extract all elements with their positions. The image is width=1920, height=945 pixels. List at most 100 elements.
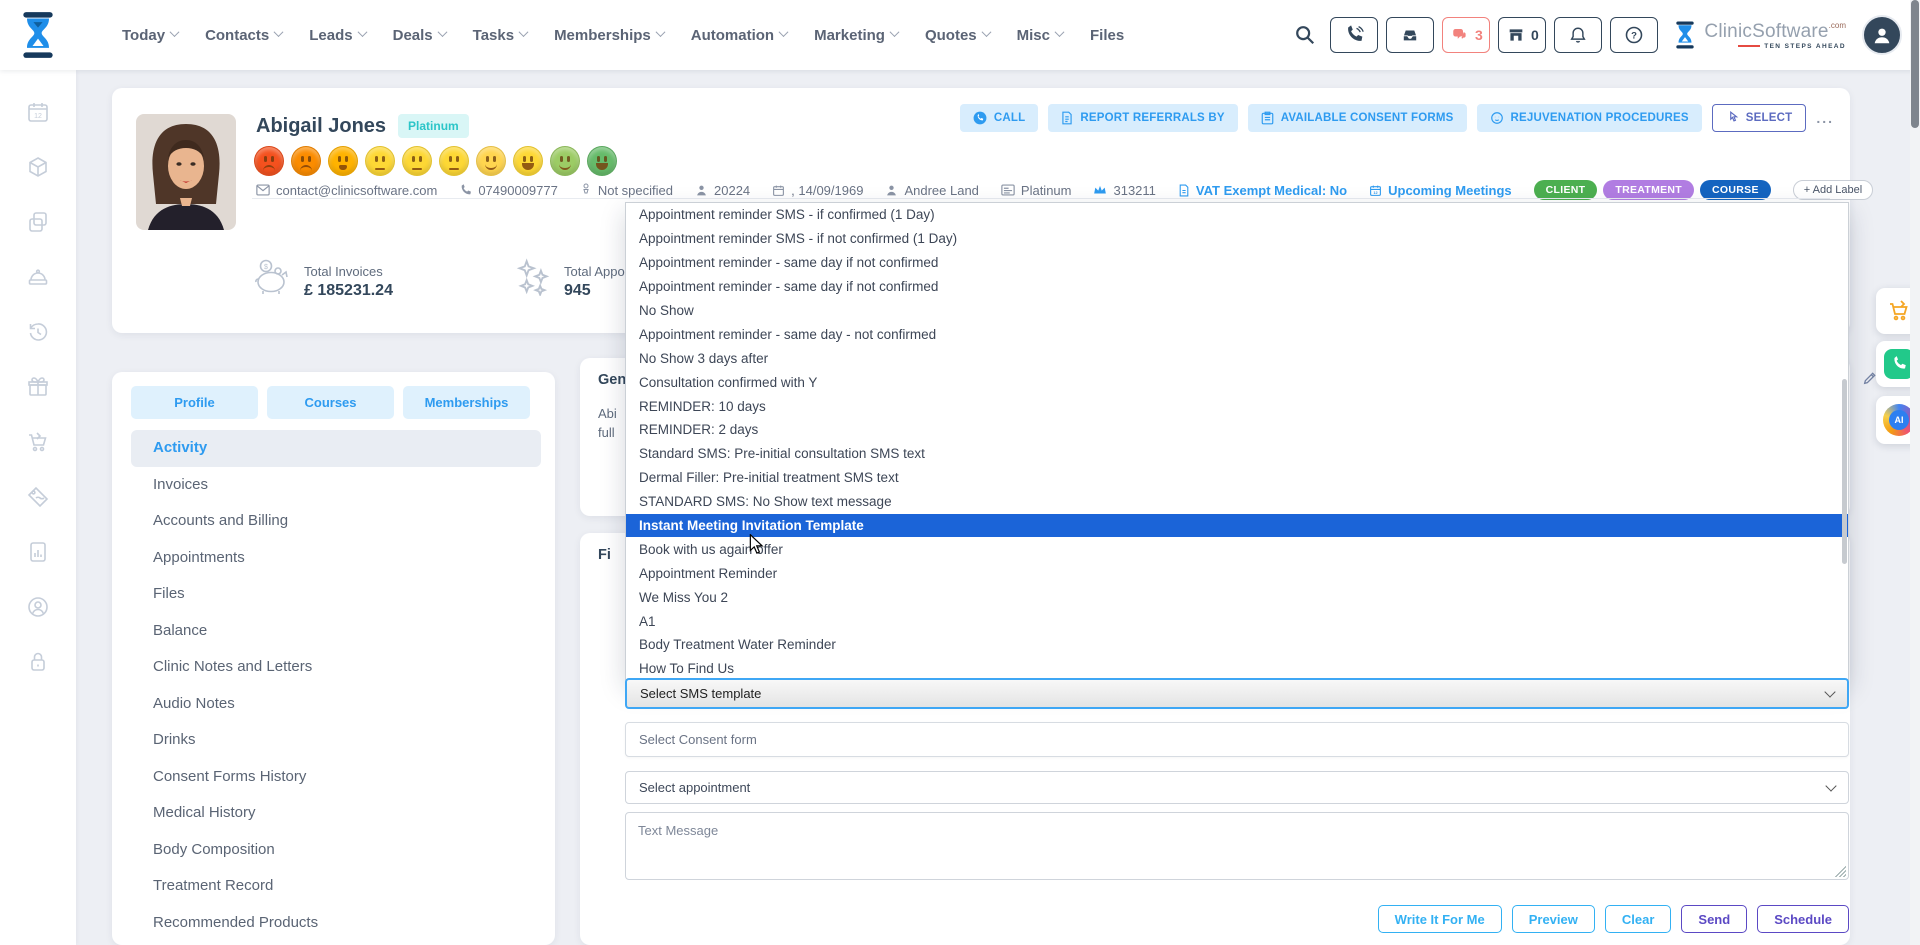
panel-tab[interactable]: Courses xyxy=(267,386,394,419)
nav-item[interactable]: Files xyxy=(1090,27,1124,44)
nav-item[interactable]: Misc xyxy=(1017,27,1063,44)
mood-face-button[interactable] xyxy=(402,146,432,176)
dropdown-option[interactable]: Appointment Reminder xyxy=(626,561,1848,585)
mood-face-button[interactable] xyxy=(439,146,469,176)
mood-face-button[interactable] xyxy=(365,146,395,176)
help-button[interactable]: ? xyxy=(1610,17,1658,53)
store-button[interactable]: 0 xyxy=(1498,17,1546,53)
panel-tab[interactable]: Memberships xyxy=(403,386,530,419)
vat-link[interactable]: VAT Exempt Medical: No xyxy=(1178,183,1347,198)
mood-face-button[interactable] xyxy=(291,146,321,176)
mood-face-button[interactable] xyxy=(328,146,358,176)
history-icon[interactable] xyxy=(26,320,50,344)
section-list-item[interactable]: Clinic Notes and Letters xyxy=(131,649,541,686)
section-list-item[interactable]: Balance xyxy=(131,613,541,650)
mood-face-button[interactable] xyxy=(587,146,617,176)
app-logo-hourglass-icon[interactable] xyxy=(16,8,60,62)
section-list-item[interactable]: Treatment Record xyxy=(131,868,541,905)
dropdown-option[interactable]: Standard SMS: Pre-initial consultation S… xyxy=(626,442,1848,466)
nav-item[interactable]: Marketing xyxy=(814,27,898,44)
dialer-button[interactable] xyxy=(1330,17,1378,53)
dropdown-option[interactable]: Body Treatment Water Reminder xyxy=(626,633,1848,657)
nav-item[interactable]: Tasks xyxy=(473,27,527,44)
write-it-for-me-button[interactable]: Write It For Me xyxy=(1378,905,1502,933)
dropdown-option[interactable]: STANDARD SMS: No Show text message xyxy=(626,490,1848,514)
dropdown-option[interactable]: Appointment reminder SMS - if not confir… xyxy=(626,227,1848,251)
section-list-item[interactable]: Drinks xyxy=(131,722,541,759)
schedule-button[interactable]: Schedule xyxy=(1757,905,1849,933)
section-list-item[interactable]: Recommended Products xyxy=(131,905,541,942)
user-avatar[interactable] xyxy=(1862,15,1902,55)
select-button[interactable]: SELECT xyxy=(1712,104,1807,132)
messages-button[interactable]: 3 xyxy=(1442,17,1490,53)
voucher-icon[interactable] xyxy=(26,485,50,509)
more-actions-button[interactable]: ... xyxy=(1816,110,1834,126)
send-button[interactable]: Send xyxy=(1681,905,1747,933)
dropdown-option[interactable]: Appointment reminder - same day if not c… xyxy=(626,251,1848,275)
upcoming-meetings-link[interactable]: 12Upcoming Meetings xyxy=(1369,183,1512,198)
cart-icon[interactable] xyxy=(26,430,50,454)
mood-face-button[interactable] xyxy=(550,146,580,176)
dropdown-option[interactable]: No Show xyxy=(626,299,1848,323)
sms-template-select[interactable]: Select SMS template xyxy=(625,678,1849,709)
call-button[interactable]: CALL xyxy=(960,104,1038,132)
nav-item[interactable]: Leads xyxy=(309,27,365,44)
section-list-item[interactable]: Medical History xyxy=(131,795,541,832)
dropdown-option[interactable]: We Miss You 2 xyxy=(626,585,1848,609)
dropdown-option[interactable]: A1 xyxy=(626,609,1848,633)
dropdown-option[interactable]: No Show 3 days after xyxy=(626,346,1848,370)
package-icon[interactable] xyxy=(26,155,50,179)
dropdown-option[interactable]: Consultation confirmed with Y xyxy=(626,370,1848,394)
report-referrals-button[interactable]: REPORT REFERRALS BY xyxy=(1048,104,1237,132)
panel-tab[interactable]: Profile xyxy=(131,386,258,419)
section-list-item[interactable]: Activity xyxy=(131,430,541,467)
add-label-button[interactable]: + Add Label xyxy=(1793,180,1873,200)
dropdown-option[interactable]: REMINDER: 10 days xyxy=(626,394,1848,418)
dropdown-option[interactable]: How To Find Us xyxy=(626,657,1848,680)
dropdown-option[interactable]: REMINDER: 2 days xyxy=(626,418,1848,442)
dropdown-option[interactable]: Dermal Filler: Pre-initial treatment SMS… xyxy=(626,466,1848,490)
lock-icon[interactable] xyxy=(26,650,50,674)
page-scrollbar-thumb[interactable] xyxy=(1911,0,1919,128)
client-photo[interactable] xyxy=(136,114,236,230)
preview-button[interactable]: Preview xyxy=(1512,905,1595,933)
section-list-item[interactable]: Invoices xyxy=(131,467,541,504)
text-message-textarea[interactable]: Text Message xyxy=(625,812,1849,880)
dropdown-option[interactable]: Instant Meeting Invitation Template xyxy=(626,514,1848,538)
section-list-item[interactable]: Appointments xyxy=(131,540,541,577)
rejuvenation-button[interactable]: REJUVENATION PROCEDURES xyxy=(1477,104,1702,132)
section-list-item[interactable]: Audio Notes xyxy=(131,686,541,723)
copy-pages-icon[interactable] xyxy=(26,210,50,234)
consent-form-select[interactable]: Select Consent form xyxy=(625,722,1849,757)
notifications-button[interactable] xyxy=(1554,17,1602,53)
resize-grip[interactable] xyxy=(1835,866,1846,877)
dropdown-scrollbar-thumb[interactable] xyxy=(1842,379,1847,564)
nav-item[interactable]: Deals xyxy=(393,27,446,44)
mood-face-button[interactable] xyxy=(476,146,506,176)
gift-icon[interactable] xyxy=(26,375,50,399)
search-icon[interactable] xyxy=(1294,24,1316,46)
dropdown-option[interactable]: Appointment reminder - same day if not c… xyxy=(626,275,1848,299)
nav-item[interactable]: Memberships xyxy=(554,27,664,44)
clear-button[interactable]: Clear xyxy=(1605,905,1672,933)
calendar-icon[interactable]: 12 xyxy=(26,100,50,124)
mood-face-button[interactable] xyxy=(513,146,543,176)
section-list-item[interactable]: Body Composition xyxy=(131,832,541,869)
nav-item[interactable]: Today xyxy=(122,27,178,44)
appointment-select[interactable]: Select appointment xyxy=(625,771,1849,804)
dropdown-option[interactable]: Appointment reminder SMS - if confirmed … xyxy=(626,203,1848,227)
inbox-button[interactable] xyxy=(1386,17,1434,53)
nav-item[interactable]: Quotes xyxy=(925,27,990,44)
section-list-item[interactable]: Files xyxy=(131,576,541,613)
report-icon[interactable] xyxy=(26,540,50,564)
dropdown-option[interactable]: Book with us again offer xyxy=(626,537,1848,561)
consent-forms-button[interactable]: AVAILABLE CONSENT FORMS xyxy=(1248,104,1467,132)
account-icon[interactable] xyxy=(26,595,50,619)
mood-face-button[interactable] xyxy=(254,146,284,176)
section-list-item[interactable]: Accounts and Billing xyxy=(131,503,541,540)
nav-item[interactable]: Automation xyxy=(691,27,787,44)
dropdown-option[interactable]: Appointment reminder - same day - not co… xyxy=(626,322,1848,346)
nav-item[interactable]: Contacts xyxy=(205,27,282,44)
food-cover-icon[interactable] xyxy=(26,265,50,289)
section-list-item[interactable]: Consent Forms History xyxy=(131,759,541,796)
